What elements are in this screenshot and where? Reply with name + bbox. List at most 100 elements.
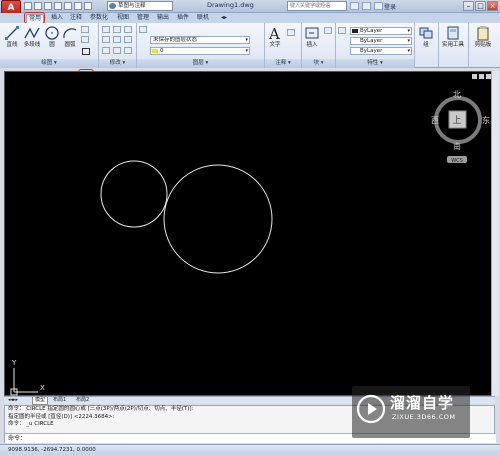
minimize-viewport-icon[interactable] <box>472 74 477 79</box>
mirror-icon[interactable] <box>113 36 121 43</box>
tab-insert[interactable]: 插入 <box>49 14 65 22</box>
insert-tool[interactable]: 插入 <box>303 25 321 49</box>
tab-parametric[interactable]: 参数化 <box>88 14 110 22</box>
dimension-icon[interactable] <box>287 29 295 36</box>
circle-icon <box>45 26 59 40</box>
open-icon[interactable] <box>34 2 42 10</box>
match-properties-icon[interactable] <box>338 27 346 34</box>
viewcube-face: 上 <box>452 115 461 126</box>
scale-icon[interactable] <box>113 47 121 54</box>
group-icon <box>419 27 433 39</box>
copy-icon[interactable] <box>102 36 110 43</box>
arc-label: 圆弧 <box>64 42 76 48</box>
text-tool[interactable]: A 文字 <box>266 25 284 49</box>
tab-layout2[interactable]: 布局2 <box>74 397 91 404</box>
stretch-icon[interactable] <box>102 47 110 54</box>
watermark: 溜溜自学 ZIXUE.3D66.COM <box>352 386 470 438</box>
new-icon[interactable] <box>24 2 32 10</box>
plot-icon[interactable] <box>64 2 72 10</box>
vertical-scrollbar[interactable] <box>491 71 499 396</box>
ribbon-toggle-icon[interactable]: ◂▸ <box>219 14 229 22</box>
workspace-switcher[interactable]: 草图与注释 <box>107 1 173 11</box>
clipboard-tool[interactable]: 剪贴板 <box>470 25 496 49</box>
calculator-icon <box>447 26 459 40</box>
tab-plugins[interactable]: 插件 <box>175 14 191 22</box>
create-block-icon[interactable] <box>324 27 332 34</box>
polyline-tool[interactable]: 多段线 <box>21 25 43 49</box>
status-bar: 9098.9136, -2694.7231, 0.0000 <box>0 444 500 455</box>
linetype-label: ByLayer <box>360 38 383 44</box>
arc-icon <box>63 28 77 39</box>
redo-icon[interactable] <box>84 2 92 10</box>
login-link[interactable]: 登录 <box>384 2 396 11</box>
layer-properties-icon[interactable] <box>139 26 147 33</box>
document-title: Drawing1.dwg <box>207 1 254 9</box>
close-button[interactable]: × <box>487 1 498 11</box>
viewcube-south: 南 <box>453 141 461 151</box>
small-circle[interactable] <box>100 160 168 228</box>
draw-panel-footer[interactable]: 绘图 ▾ <box>0 59 98 68</box>
clipboard-label: 剪贴板 <box>474 42 492 48</box>
wcs-menu: WCS <box>451 158 463 164</box>
tab-output[interactable]: 输出 <box>155 14 171 22</box>
tab-view[interactable]: 视图 <box>115 14 131 22</box>
hatch-icon[interactable] <box>81 36 89 43</box>
infocenter-tools <box>350 2 383 10</box>
lineweight-label: ByLayer <box>360 48 383 54</box>
modify-panel-footer[interactable]: 修改 ▾ <box>99 59 136 68</box>
restore-viewport-icon[interactable] <box>479 74 484 79</box>
color-dropdown[interactable]: ByLayer <box>350 27 412 35</box>
array-icon[interactable] <box>124 47 132 54</box>
star-icon[interactable] <box>374 2 383 10</box>
rectangle-icon[interactable] <box>81 26 89 33</box>
circle-label: 圆 <box>49 42 55 48</box>
layers-panel-footer[interactable]: 图层 ▾ <box>137 59 264 68</box>
viewcube[interactable]: 上 北 南 西 东 WCS <box>431 90 490 164</box>
tab-online[interactable]: 联机 <box>195 14 211 22</box>
tab-annotate[interactable]: 注释 <box>68 14 84 22</box>
drawing-svg: 上 北 南 西 东 WCS Y X <box>10 90 490 396</box>
drawing-canvas[interactable]: 上 北 南 西 东 WCS Y X <box>4 71 495 396</box>
insert-label: 插入 <box>306 42 318 48</box>
minimize-button[interactable]: – <box>463 1 474 11</box>
search-input[interactable]: 键入关键字或短语 <box>287 1 347 11</box>
trim-icon[interactable] <box>124 26 132 33</box>
workspace-label: 草图与注释 <box>118 3 146 9</box>
layer-state-label: 未保存的图层状态 <box>153 37 198 43</box>
block-panel-footer[interactable]: 块 ▾ <box>302 59 335 68</box>
window-controls: – □ × <box>463 1 498 11</box>
svg-text:A: A <box>268 25 280 41</box>
fillet-icon[interactable] <box>124 36 132 43</box>
layer-state-dropdown[interactable]: 未保存的图层状态 <box>150 36 250 44</box>
save-as-icon[interactable] <box>54 2 62 10</box>
tab-nav-arrows[interactable]: ◂◂▸▸ <box>6 397 20 404</box>
save-icon[interactable] <box>44 2 52 10</box>
utilities-label: 实用工具 <box>441 42 464 48</box>
viewport-controls <box>472 74 491 79</box>
layer-dropdown[interactable]: 0 <box>150 47 250 55</box>
maximize-button[interactable]: □ <box>475 1 486 11</box>
lineweight-dropdown[interactable]: ByLayer <box>350 47 412 55</box>
tab-layout1[interactable]: 布局1 <box>51 397 68 404</box>
binoculars-icon[interactable] <box>350 2 359 10</box>
line-tool[interactable]: 直线 <box>2 25 22 49</box>
rotate-icon[interactable] <box>113 26 121 33</box>
group-tool[interactable]: 组 <box>417 25 435 49</box>
tab-model[interactable]: 模型 <box>32 397 49 405</box>
circle-tool[interactable]: 圆 <box>43 25 61 49</box>
panel-divider <box>414 23 415 68</box>
move-icon[interactable] <box>102 26 110 33</box>
table-icon[interactable] <box>82 48 90 55</box>
properties-panel-footer[interactable]: 特性 ▾ <box>336 59 414 68</box>
color-label: ByLayer <box>360 28 383 34</box>
linetype-dropdown[interactable]: ByLayer <box>350 37 412 45</box>
lightbulb-icon <box>152 49 158 53</box>
utilities-tool[interactable]: 实用工具 <box>440 25 466 49</box>
user-icon[interactable] <box>362 2 371 10</box>
annotation-panel-footer[interactable]: 注释 ▾ <box>265 59 301 68</box>
tab-manage[interactable]: 管理 <box>135 14 151 22</box>
large-circle[interactable] <box>163 164 273 274</box>
undo-icon[interactable] <box>74 2 82 10</box>
arc-tool[interactable]: 圆弧 <box>61 25 79 49</box>
ucs-y-label: Y <box>11 359 17 367</box>
